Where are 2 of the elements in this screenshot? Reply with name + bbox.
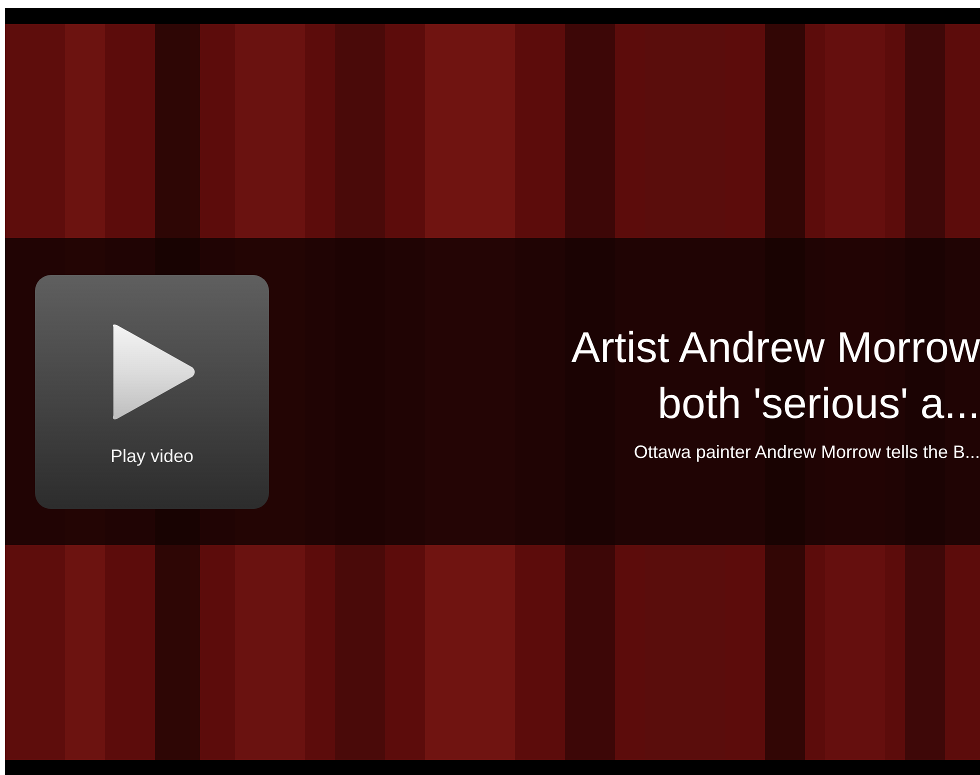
play-button[interactable]: Play video: [35, 274, 269, 508]
video-description: Ottawa painter Andrew Morrow tells the B...: [634, 442, 980, 463]
